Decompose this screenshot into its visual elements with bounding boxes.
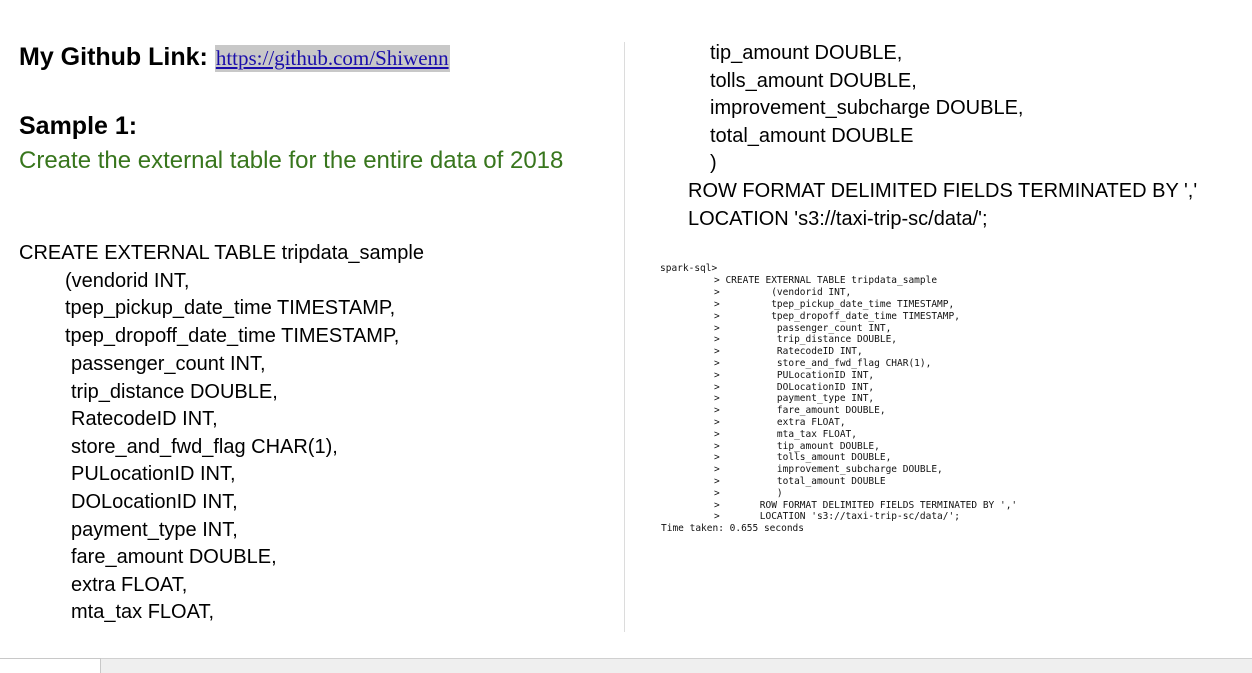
terminal-line: > tpep_dropoff_date_time TIMESTAMP, <box>714 311 960 322</box>
code-line: (vendorid INT, <box>65 270 190 292</box>
sample-title: Sample 1: <box>19 112 138 140</box>
status-bar <box>0 658 1252 673</box>
terminal-line: > PULocationID INT, <box>714 370 875 381</box>
terminal-line: > store_and_fwd_flag CHAR(1), <box>714 358 932 369</box>
terminal-line: > LOCATION 's3://taxi-trip-sc/data/'; <box>714 511 960 522</box>
code-line: ) <box>710 152 717 174</box>
terminal-line: > tpep_pickup_date_time TIMESTAMP, <box>714 299 955 310</box>
code-line: store_and_fwd_flag CHAR(1), <box>71 436 338 458</box>
terminal-line: > tolls_amount DOUBLE, <box>714 452 892 463</box>
terminal-time-taken: Time taken: 0.655 seconds <box>661 523 804 534</box>
code-line: extra FLOAT, <box>71 574 188 596</box>
code-line: tpep_pickup_date_time TIMESTAMP, <box>65 297 396 319</box>
left-column: My Github Link: https://github.com/Shiwe… <box>19 40 609 178</box>
sheet-tab[interactable] <box>0 658 101 673</box>
document-page: My Github Link: https://github.com/Shiwe… <box>0 0 1252 658</box>
terminal-line: > payment_type INT, <box>714 393 875 404</box>
terminal-prompt: spark-sql> <box>660 263 718 274</box>
terminal-line: > (vendorid INT, <box>714 287 852 298</box>
code-line: payment_type INT, <box>71 519 238 541</box>
github-link[interactable]: https://github.com/Shiwenn <box>214 45 450 72</box>
code-line: ROW FORMAT DELIMITED FIELDS TERMINATED B… <box>688 180 1198 202</box>
code-line: PULocationID INT, <box>71 463 236 485</box>
terminal-line: > total_amount DOUBLE <box>714 476 886 487</box>
terminal-line: > CREATE EXTERNAL TABLE tripdata_sample <box>714 275 938 286</box>
terminal-line: > fare_amount DOUBLE, <box>714 405 886 416</box>
code-line: tpep_dropoff_date_time TIMESTAMP, <box>65 325 400 347</box>
terminal-line: > mta_tax FLOAT, <box>714 429 857 440</box>
code-line: passenger_count INT, <box>71 353 266 375</box>
github-row: My Github Link: https://github.com/Shiwe… <box>19 40 609 75</box>
column-divider <box>624 42 625 632</box>
code-line: improvement_subcharge DOUBLE, <box>710 97 1024 119</box>
terminal-line: > improvement_subcharge DOUBLE, <box>714 464 943 475</box>
terminal-screenshot: spark-sql> > CREATE EXTERNAL TABLE tripd… <box>658 263 1038 543</box>
code-line: total_amount DOUBLE <box>710 125 914 147</box>
code-line: CREATE EXTERNAL TABLE tripdata_sample <box>19 242 424 264</box>
terminal-line: > ) <box>714 488 783 499</box>
code-line: mta_tax FLOAT, <box>71 601 215 623</box>
code-line: tip_amount DOUBLE, <box>710 42 903 64</box>
code-line: RatecodeID INT, <box>71 408 218 430</box>
terminal-line: > extra FLOAT, <box>714 417 846 428</box>
code-line: LOCATION 's3://taxi-trip-sc/data/'; <box>688 208 988 230</box>
terminal-line: > trip_distance DOUBLE, <box>714 334 898 345</box>
code-line: tolls_amount DOUBLE, <box>710 70 917 92</box>
code-line: fare_amount DOUBLE, <box>71 546 277 568</box>
code-line: DOLocationID INT, <box>71 491 238 513</box>
github-label: My Github Link: <box>19 43 208 71</box>
terminal-line: > RatecodeID INT, <box>714 346 863 357</box>
sample-description: Create the external table for the entire… <box>19 147 564 174</box>
code-line: trip_distance DOUBLE, <box>71 381 278 403</box>
